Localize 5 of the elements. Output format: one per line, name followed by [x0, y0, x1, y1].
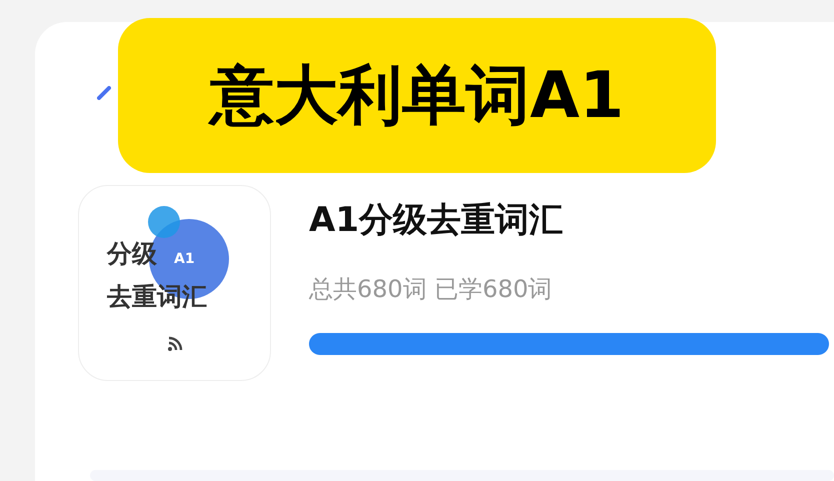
word-count: 总共680词 已学680词: [309, 274, 554, 305]
banner-title: 意大利单词A1: [118, 18, 716, 173]
book-title: A1分级去重词汇: [309, 200, 564, 241]
level-label: A1: [174, 252, 195, 266]
rss-icon: [167, 336, 183, 352]
